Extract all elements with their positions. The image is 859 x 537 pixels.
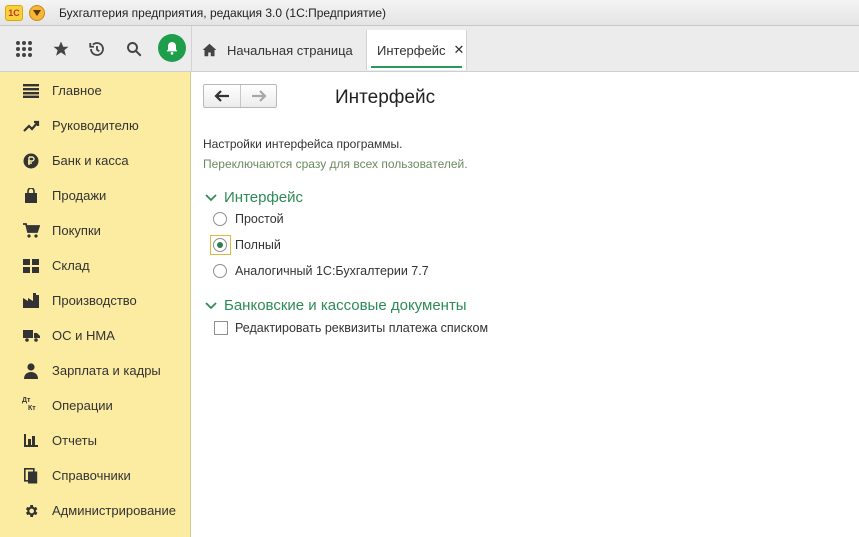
checkbox-label: Редактировать реквизиты платежа списком <box>235 321 489 335</box>
sidebar-item-label: Производство <box>52 293 137 308</box>
forward-button[interactable] <box>240 85 276 107</box>
sidebar-item-label: Банк и касса <box>52 153 129 168</box>
tab-home[interactable]: Начальная страница <box>192 30 364 70</box>
radio-option-simple[interactable]: Простой <box>213 209 284 229</box>
radio-button[interactable] <box>213 264 227 278</box>
person-icon <box>22 362 40 380</box>
sidebar-item-label: Продажи <box>52 188 107 203</box>
warehouse-grid-icon <box>22 257 40 275</box>
bank-group-title: Банковские и кассовые документы <box>224 297 467 314</box>
checkbox[interactable] <box>214 321 228 335</box>
sidebar-item-label: Отчеты <box>52 433 97 448</box>
menu-lines-icon <box>22 82 40 100</box>
sidebar-item-sales[interactable]: Продажи <box>0 178 190 213</box>
arrow-right-icon <box>251 90 267 102</box>
sidebar-item-salary[interactable]: Зарплата и кадры <box>0 353 190 388</box>
radio-label: Полный <box>235 238 281 252</box>
trend-chart-icon <box>22 117 40 135</box>
sidebar-item-label: Справочники <box>52 468 131 483</box>
tab-interface-label: Интерфейс <box>377 42 446 58</box>
interface-group-header[interactable]: Интерфейс <box>205 189 303 206</box>
radio-dot <box>217 242 223 248</box>
radio-button[interactable] <box>213 212 227 226</box>
window-title: Бухгалтерия предприятия, редакция 3.0 (1… <box>59 5 387 20</box>
radio-button-selected[interactable] <box>213 238 227 252</box>
sidebar-item-fixed-assets[interactable]: ОС и НМА <box>0 318 190 353</box>
debit-credit-icon: Дт Кт <box>22 397 40 415</box>
chevron-down-icon <box>205 301 217 309</box>
close-icon[interactable]: ✕ <box>453 42 464 58</box>
sidebar-item-label: Администрирование <box>52 503 176 518</box>
sidebar-item-label: Покупки <box>52 223 101 238</box>
truck-icon <box>22 327 40 345</box>
ruble-coin-icon <box>22 152 40 170</box>
favorites-star-icon[interactable] <box>50 38 72 60</box>
sidebar-item-production[interactable]: Производство <box>0 283 190 318</box>
history-nav <box>203 84 277 108</box>
gear-icon <box>22 502 40 520</box>
arrow-left-icon <box>214 90 229 102</box>
sidebar-item-bank[interactable]: Банк и касса <box>0 143 190 178</box>
title-bar: 1С Бухгалтерия предприятия, редакция 3.0… <box>0 0 859 26</box>
sidebar-item-reports[interactable]: Отчеты <box>0 423 190 458</box>
sidebar-item-label: Склад <box>52 258 90 273</box>
radio-option-77[interactable]: Аналогичный 1С:Бухгалтерии 7.7 <box>213 261 429 281</box>
credit-glyph: Кт <box>28 404 36 412</box>
sidebar-item-label: Главное <box>52 83 102 98</box>
search-icon[interactable] <box>123 38 145 60</box>
apps-grid-icon[interactable] <box>13 38 35 60</box>
toolbar: Начальная страница Интерфейс ✕ <box>0 26 859 72</box>
sidebar-item-label: Операции <box>52 398 113 413</box>
tab-home-label: Начальная страница <box>227 42 353 58</box>
main-menu-button[interactable] <box>29 4 45 21</box>
shopping-bag-icon <box>22 187 40 205</box>
sidebar: Главное Руководителю Банк и касса Продаж… <box>0 72 191 537</box>
sidebar-item-manager[interactable]: Руководителю <box>0 108 190 143</box>
chevron-down-icon <box>33 9 41 16</box>
sidebar-item-operations[interactable]: Дт Кт Операции <box>0 388 190 423</box>
sidebar-item-warehouse[interactable]: Склад <box>0 248 190 283</box>
radio-label: Аналогичный 1С:Бухгалтерии 7.7 <box>235 264 429 278</box>
active-tab-indicator <box>371 66 462 68</box>
sidebar-item-administration[interactable]: Администрирование <box>0 493 190 528</box>
page-note: Переключаются сразу для всех пользовател… <box>203 157 468 171</box>
sidebar-item-label: Руководителю <box>52 118 139 133</box>
notifications-bell-icon[interactable] <box>158 34 186 62</box>
factory-icon <box>22 292 40 310</box>
page-title: Интерфейс <box>335 87 436 108</box>
sidebar-item-label: Зарплата и кадры <box>52 363 161 378</box>
sidebar-item-main[interactable]: Главное <box>0 73 190 108</box>
back-button[interactable] <box>204 85 240 107</box>
home-icon <box>202 43 217 57</box>
radio-option-full[interactable]: Полный <box>213 235 281 255</box>
radio-label: Простой <box>235 212 284 226</box>
debit-glyph: Дт <box>22 396 31 404</box>
bar-chart-icon <box>22 432 40 450</box>
history-icon[interactable] <box>86 38 108 60</box>
sidebar-item-purchases[interactable]: Покупки <box>0 213 190 248</box>
cart-icon <box>22 222 40 240</box>
chevron-down-icon <box>205 193 217 201</box>
sidebar-item-label: ОС и НМА <box>52 328 115 343</box>
interface-group-title: Интерфейс <box>224 189 304 206</box>
1c-logo: 1С <box>5 4 23 21</box>
tab-interface[interactable]: Интерфейс ✕ <box>366 30 467 70</box>
page-description: Настройки интерфейса программы. <box>203 137 403 151</box>
edit-payment-details-option[interactable]: Редактировать реквизиты платежа списком <box>214 319 488 337</box>
books-icon <box>22 467 40 485</box>
bank-group-header[interactable]: Банковские и кассовые документы <box>205 297 467 314</box>
sidebar-item-directories[interactable]: Справочники <box>0 458 190 493</box>
